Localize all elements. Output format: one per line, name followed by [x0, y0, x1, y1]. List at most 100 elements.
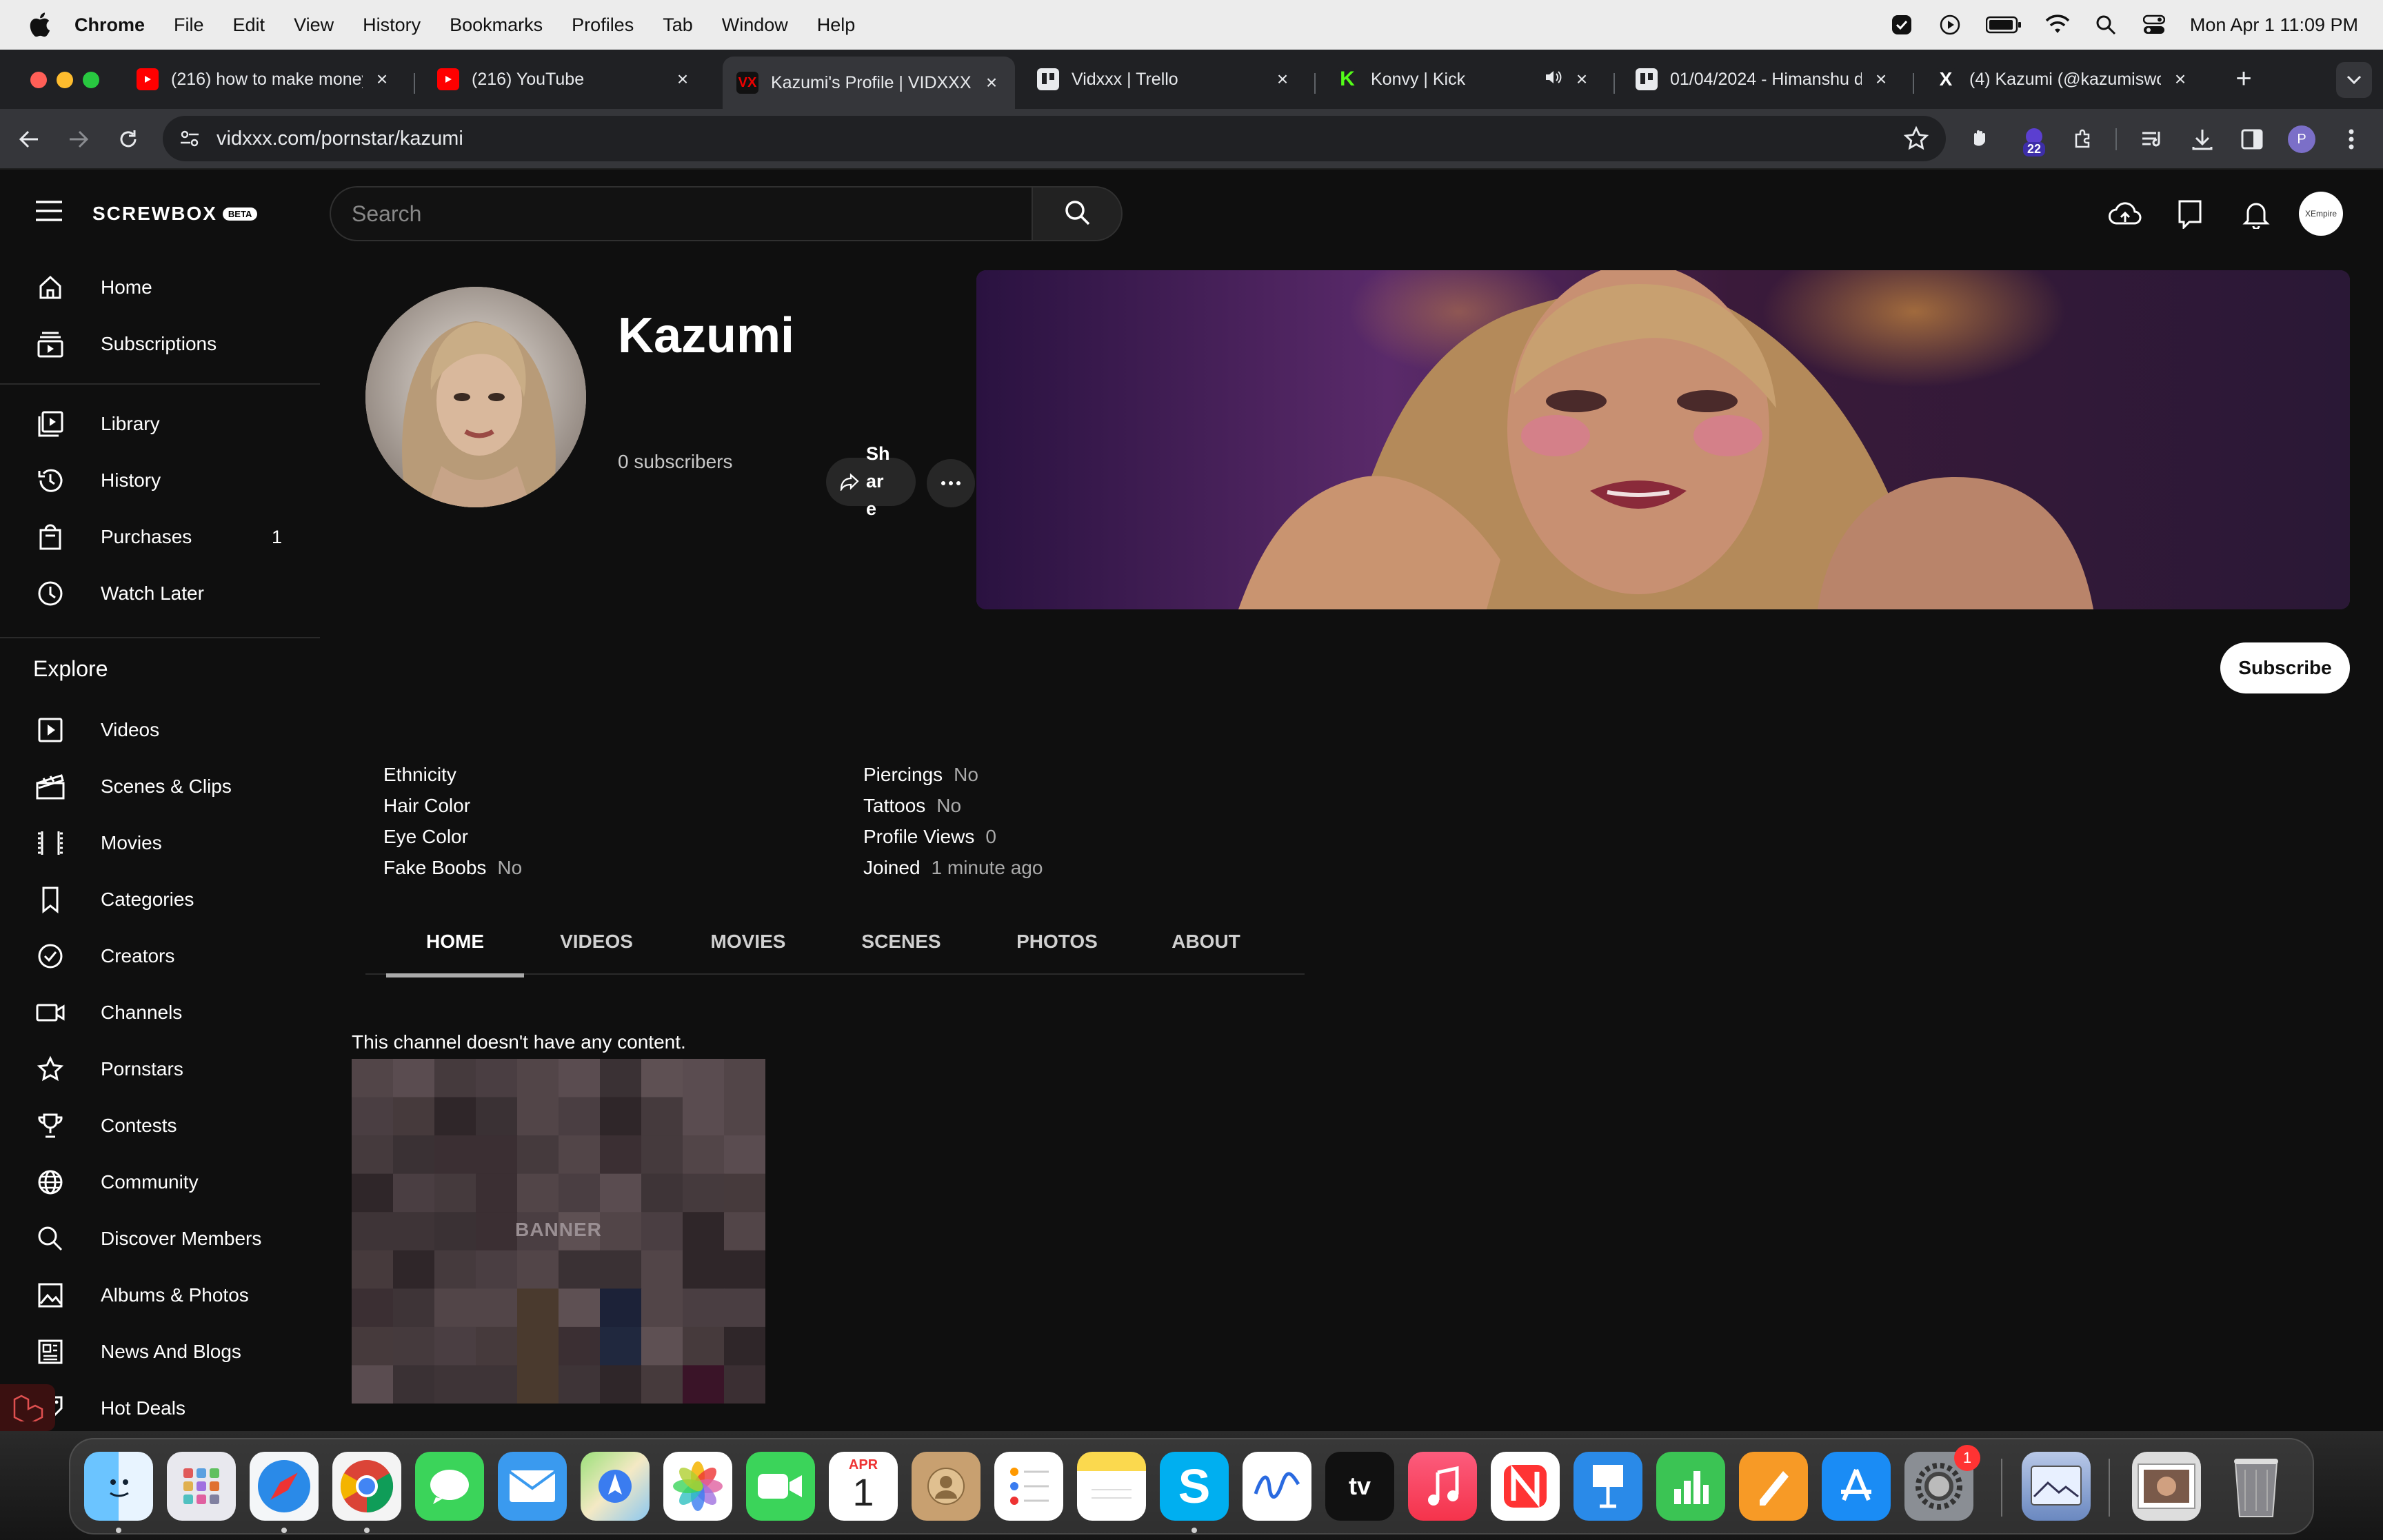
- launchpad-icon[interactable]: [167, 1452, 236, 1521]
- browser-tab[interactable]: K Konvy | Kick ×: [1323, 59, 1605, 99]
- sidebar-item-pornstars[interactable]: Pornstars: [0, 1041, 320, 1097]
- sidebar-item-home[interactable]: Home: [0, 259, 320, 316]
- menu-bookmarks[interactable]: Bookmarks: [450, 14, 543, 36]
- photos-icon[interactable]: [663, 1452, 732, 1521]
- sidebar-item-albums-photos[interactable]: Albums & Photos: [0, 1267, 320, 1324]
- tab-home[interactable]: HOME: [386, 909, 524, 977]
- address-bar[interactable]: vidxxx.com/pornstar/kazumi: [163, 116, 1946, 161]
- trash-icon[interactable]: [2222, 1452, 2291, 1521]
- reminders-icon[interactable]: [994, 1452, 1063, 1521]
- share-button[interactable]: Share: [826, 443, 916, 519]
- maps-icon[interactable]: [581, 1452, 650, 1521]
- tab-close-icon[interactable]: ×: [982, 73, 1001, 92]
- calendar-icon[interactable]: APR 1: [829, 1452, 898, 1521]
- tab-close-icon[interactable]: ×: [673, 70, 692, 89]
- freeform-icon[interactable]: [1243, 1452, 1311, 1521]
- sidebar-item-videos[interactable]: Videos: [0, 702, 320, 758]
- tab-close-icon[interactable]: ×: [2171, 70, 2190, 89]
- battery-icon[interactable]: [1985, 12, 2022, 37]
- messages-icon[interactable]: [415, 1452, 484, 1521]
- spotlight-search-icon[interactable]: [2093, 12, 2118, 37]
- messages-icon[interactable]: [2173, 197, 2206, 230]
- keynote-icon[interactable]: [1573, 1452, 1642, 1521]
- browser-tab[interactable]: X (4) Kazumi (@kazumiswo ×: [1921, 59, 2204, 99]
- back-arrow-icon[interactable]: [14, 124, 44, 154]
- apple-tv-icon[interactable]: tv: [1325, 1452, 1394, 1521]
- browser-tab[interactable]: (216) how to make money ×: [123, 59, 405, 99]
- download-icon[interactable]: [2187, 124, 2218, 154]
- chrome-menu-icon[interactable]: [2336, 124, 2366, 154]
- menu-app-name[interactable]: Chrome: [74, 14, 145, 36]
- menu-window[interactable]: Window: [722, 14, 788, 36]
- preview-icon[interactable]: [2022, 1452, 2091, 1521]
- browser-tab[interactable]: (216) YouTube ×: [423, 59, 706, 99]
- menu-view[interactable]: View: [294, 14, 334, 36]
- speaker-icon[interactable]: [1545, 69, 1562, 90]
- photo-booth-icon[interactable]: [2132, 1452, 2201, 1521]
- new-tab-plus-icon[interactable]: +: [2229, 65, 2259, 95]
- more-options-icon[interactable]: [927, 459, 975, 507]
- safari-icon[interactable]: [250, 1452, 319, 1521]
- sidebar-item-discover-members[interactable]: Discover Members: [0, 1210, 320, 1267]
- tab-videos[interactable]: VIDEOS: [538, 909, 655, 975]
- menu-history[interactable]: History: [363, 14, 421, 36]
- sidebar-item-watch-later[interactable]: Watch Later: [0, 565, 320, 622]
- system-settings-icon[interactable]: 1: [1904, 1445, 1980, 1521]
- subscribe-button[interactable]: Subscribe: [2220, 642, 2350, 693]
- chrome-icon[interactable]: [332, 1452, 401, 1521]
- music-icon[interactable]: [1408, 1452, 1477, 1521]
- pages-icon[interactable]: [1739, 1452, 1808, 1521]
- contacts-icon[interactable]: [912, 1452, 981, 1521]
- search-input[interactable]: [331, 188, 1033, 240]
- search-button[interactable]: [1032, 186, 1123, 241]
- sidebar-item-channels[interactable]: Channels: [0, 984, 320, 1041]
- numbers-icon[interactable]: [1656, 1452, 1725, 1521]
- tab-close-icon[interactable]: ×: [1273, 70, 1292, 89]
- menu-profiles[interactable]: Profiles: [572, 14, 634, 36]
- sidebar-item-purchases[interactable]: Purchases 1: [0, 509, 320, 565]
- forward-arrow-icon[interactable]: [63, 124, 94, 154]
- extension-hand-icon[interactable]: [1965, 124, 1995, 154]
- menu-clock[interactable]: Mon Apr 1 11:09 PM: [2190, 14, 2358, 36]
- extensions-puzzle-icon[interactable]: [2069, 124, 2099, 154]
- tab-close-icon[interactable]: ×: [1572, 70, 1591, 89]
- sidebar-item-news-blogs[interactable]: News And Blogs: [0, 1324, 320, 1380]
- upload-cloud-icon[interactable]: [2109, 197, 2142, 230]
- mail-icon[interactable]: [498, 1452, 567, 1521]
- profile-avatar-icon[interactable]: P: [2286, 124, 2317, 154]
- tab-scenes[interactable]: SCENES: [843, 909, 960, 975]
- url-text[interactable]: vidxxx.com/pornstar/kazumi: [217, 128, 463, 150]
- tab-photos[interactable]: PHOTOS: [998, 909, 1116, 975]
- finder-icon[interactable]: [84, 1452, 153, 1521]
- status-check-icon[interactable]: [1889, 12, 1914, 37]
- sidebar-item-scenes-clips[interactable]: Scenes & Clips: [0, 758, 320, 815]
- apple-logo-icon[interactable]: [25, 10, 55, 40]
- menu-edit[interactable]: Edit: [233, 14, 265, 36]
- news-icon[interactable]: [1491, 1452, 1560, 1521]
- facetime-icon[interactable]: [746, 1452, 815, 1521]
- tab-movies[interactable]: MOVIES: [690, 909, 807, 975]
- media-queue-icon[interactable]: [2138, 124, 2168, 154]
- sidebar-item-categories[interactable]: Categories: [0, 871, 320, 928]
- wifi-icon[interactable]: [2045, 12, 2070, 37]
- window-maximize-button[interactable]: [83, 72, 99, 88]
- tab-close-icon[interactable]: ×: [372, 70, 392, 89]
- sidebar-item-subscriptions[interactable]: Subscriptions: [0, 316, 320, 372]
- sidebar-item-creators[interactable]: Creators: [0, 928, 320, 984]
- skype-icon[interactable]: S: [1160, 1452, 1229, 1521]
- tab-search-chevron-icon[interactable]: [2336, 62, 2372, 98]
- menu-tab[interactable]: Tab: [663, 14, 693, 36]
- browser-tab[interactable]: 01/04/2024 - Himanshu d ×: [1622, 59, 1904, 99]
- sidebar-item-community[interactable]: Community: [0, 1154, 320, 1210]
- side-panel-icon[interactable]: [2237, 124, 2267, 154]
- play-circle-icon[interactable]: [1938, 12, 1962, 37]
- tab-close-icon[interactable]: ×: [1871, 70, 1891, 89]
- menu-help[interactable]: Help: [817, 14, 856, 36]
- reload-icon[interactable]: [113, 124, 143, 154]
- extension-badge-icon[interactable]: 22: [2019, 124, 2049, 156]
- user-avatar[interactable]: XEmpire: [2299, 192, 2343, 236]
- site-logo[interactable]: SCREWBOX BETA: [92, 203, 258, 225]
- sidebar-item-movies[interactable]: Movies: [0, 815, 320, 871]
- tab-about[interactable]: ABOUT: [1147, 909, 1265, 975]
- app-store-icon[interactable]: [1822, 1452, 1891, 1521]
